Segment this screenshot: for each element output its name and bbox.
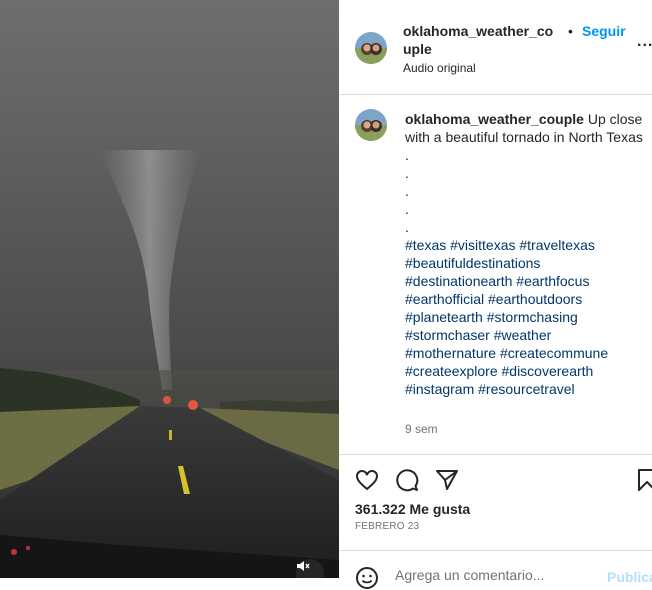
hashtag-line[interactable]: #instagram #resourcetravel: [405, 380, 645, 398]
post-caption: oklahoma_weather_couple Up close with a …: [405, 110, 645, 398]
post-video[interactable]: [0, 0, 339, 578]
header-separator: •: [568, 23, 573, 39]
post-side-panel: oklahoma_weather_couple • Seguir ... Aud…: [339, 0, 652, 589]
caption-dot: .: [405, 183, 409, 199]
audio-label[interactable]: Audio original: [403, 61, 476, 75]
post-date: FEBRERO 23: [355, 521, 420, 532]
post-age[interactable]: 9 sem: [405, 422, 438, 436]
divider: [339, 454, 652, 455]
hashtag-line[interactable]: #mothernature #createcommune: [405, 344, 645, 362]
caption-dot: .: [405, 165, 409, 181]
tornado-video-frame: [0, 150, 339, 578]
caption-username[interactable]: oklahoma_weather_couple: [405, 111, 584, 127]
hashtag-line[interactable]: #planetearth #stormchasing: [405, 308, 645, 326]
hashtag-line[interactable]: #createexplore #discoverearth: [405, 362, 645, 380]
header-username[interactable]: oklahoma_weather_couple: [403, 22, 558, 58]
caption-dots: . . . . .: [405, 146, 645, 236]
hashtag-line[interactable]: #beautifuldestinations: [405, 254, 645, 272]
avatar[interactable]: [355, 32, 387, 64]
send-icon[interactable]: [435, 468, 459, 492]
post-comment-button[interactable]: Publicar: [607, 569, 652, 585]
profile-photo: [355, 109, 387, 141]
follow-button[interactable]: Seguir: [582, 22, 626, 40]
more-options-button[interactable]: ...: [637, 34, 652, 50]
hashtag-line[interactable]: #texas #visittexas #traveltexas: [405, 236, 645, 254]
profile-photo: [355, 32, 387, 64]
post-header: oklahoma_weather_couple • Seguir ... Aud…: [339, 0, 652, 95]
hashtag-line[interactable]: #earthofficial #earthoutdoors: [405, 290, 645, 308]
hashtag-line[interactable]: #destinationearth #earthfocus: [405, 272, 645, 290]
caption-avatar[interactable]: [355, 109, 387, 141]
hashtag-list: #texas #visittexas #traveltexas #beautif…: [405, 236, 645, 398]
caption-dot: .: [405, 201, 409, 217]
heart-icon[interactable]: [355, 468, 379, 492]
caption-dot: .: [405, 219, 409, 235]
bookmark-icon[interactable]: [635, 468, 652, 492]
hashtag-line[interactable]: #stormchaser #weather: [405, 326, 645, 344]
speaker-muted-icon: [297, 561, 310, 571]
comment-input[interactable]: [395, 567, 595, 583]
emoji-icon[interactable]: [355, 566, 379, 590]
likes-count[interactable]: 361.322 Me gusta: [355, 501, 470, 517]
caption-dot: .: [405, 147, 409, 163]
comment-icon[interactable]: [395, 468, 419, 492]
divider: [339, 550, 652, 551]
